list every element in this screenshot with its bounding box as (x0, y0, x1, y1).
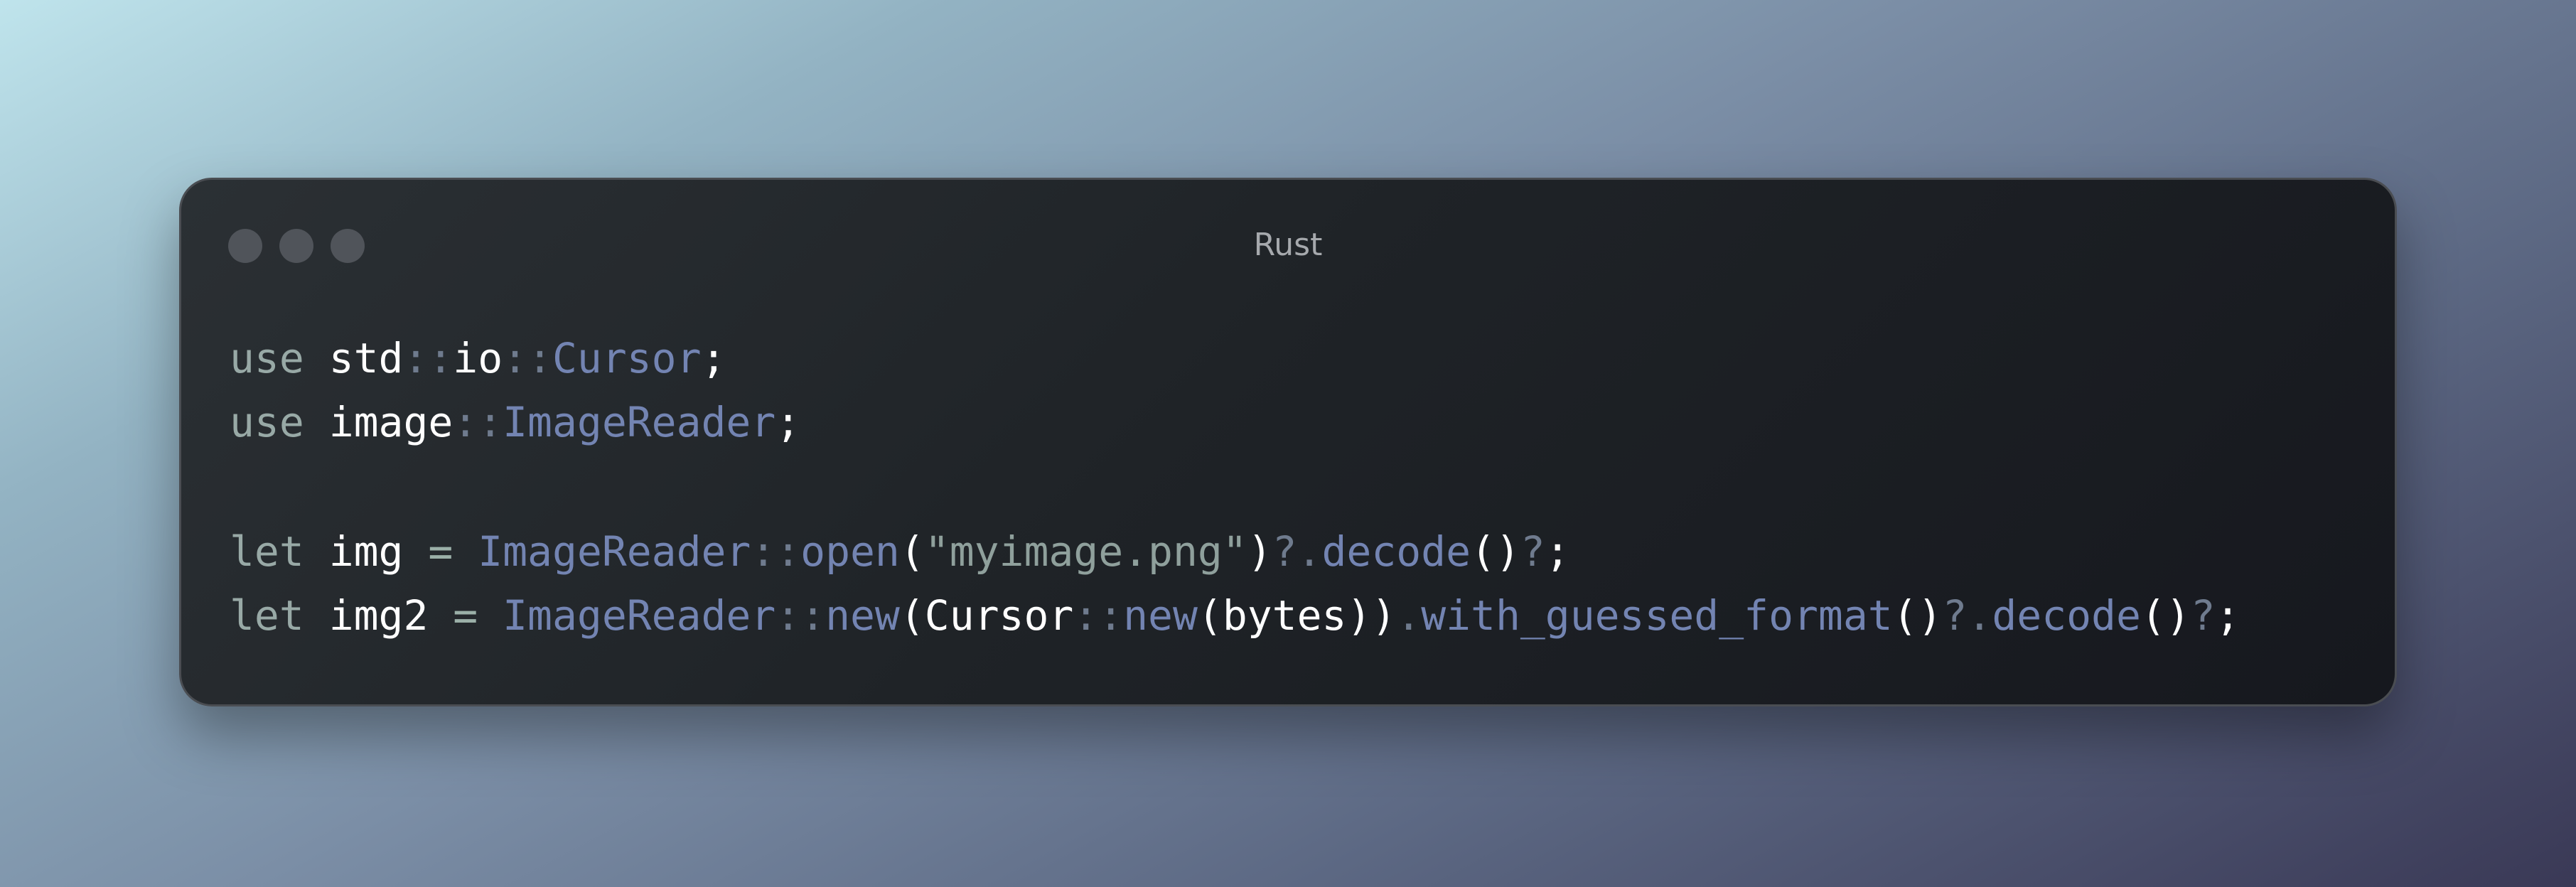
code-token: . (1396, 591, 1422, 640)
code-line: let img = ImageReader::open("myimage.png… (230, 520, 2240, 584)
code-token: :: (503, 334, 552, 382)
code-token: :: (403, 334, 454, 382)
code-token: img2 (328, 591, 429, 640)
code-token: use (230, 398, 304, 446)
code-token: decode (1321, 527, 1471, 576)
window-title: Rust (1253, 227, 1323, 263)
code-line: let img2 = ImageReader::new(Cursor::new(… (230, 584, 2240, 647)
code-token: std (328, 334, 404, 382)
code-token: ( (899, 527, 925, 576)
code-token: :: (453, 398, 503, 446)
code-token: = (453, 591, 478, 640)
code-token: ? (2190, 591, 2216, 640)
code-token: () (1892, 591, 1943, 640)
code-token: :: (1073, 591, 1124, 640)
code-token: :: (751, 527, 801, 576)
code-line: use image::ImageReader; (230, 390, 2240, 454)
code-token: with_guessed_format (1421, 591, 1893, 640)
code-block: use std::io::Cursor; use image::ImageRead… (230, 326, 2240, 647)
code-token: new (1123, 591, 1198, 640)
code-token: () (1471, 527, 1520, 576)
code-token: ImageReader (478, 527, 751, 576)
code-token: Cursor (924, 591, 1074, 640)
code-token: new (825, 591, 900, 640)
window-titlebar: Rust (181, 180, 2395, 286)
code-token: let (230, 591, 304, 640)
code-token: ; (1545, 527, 1570, 576)
code-token: open (800, 527, 900, 576)
code-token: ) (1247, 527, 1272, 576)
code-token: bytes (1222, 591, 1347, 640)
code-token: "myimage.png" (924, 527, 1247, 576)
code-token: decode (1992, 591, 2141, 640)
code-token: Cursor (552, 334, 702, 382)
code-token: let (230, 527, 304, 576)
code-token: ?. (1942, 591, 1992, 640)
code-window: Rust use std::io::Cursor; use image::Imag… (179, 178, 2397, 706)
code-token: = (428, 527, 454, 576)
code-token: ; (701, 334, 726, 382)
code-token: image (328, 398, 454, 446)
code-token: ; (2215, 591, 2240, 640)
code-token: )) (1346, 591, 1397, 640)
code-token: img (328, 527, 404, 576)
code-token: io (453, 334, 503, 382)
code-token: ? (1520, 527, 1545, 576)
code-token: ; (776, 398, 801, 446)
code-token: () (2140, 591, 2191, 640)
code-token: ImageReader (503, 591, 776, 640)
code-token: ( (899, 591, 925, 640)
code-token: ?. (1272, 527, 1322, 576)
code-token: :: (776, 591, 826, 640)
code-token: ImageReader (503, 398, 776, 446)
code-token: use (230, 334, 304, 382)
code-token: ( (1197, 591, 1223, 640)
code-line: use std::io::Cursor; (230, 326, 2240, 390)
